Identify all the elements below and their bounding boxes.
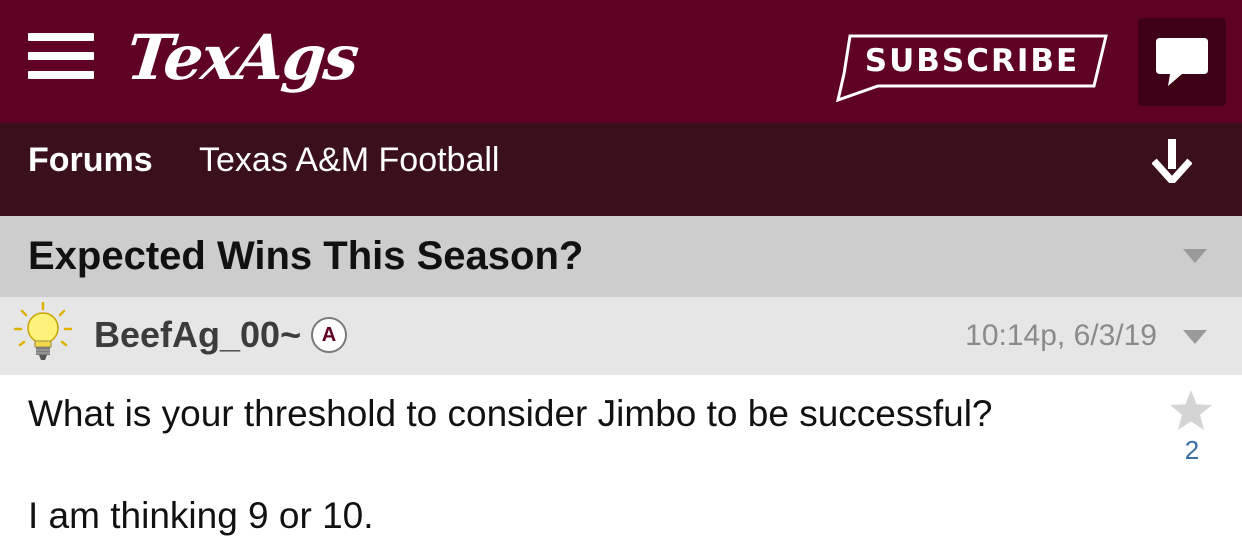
chat-button[interactable] — [1138, 18, 1226, 106]
thread-title-bar: Expected Wins This Season? — [0, 216, 1242, 297]
chevron-down-icon[interactable] — [1183, 249, 1207, 263]
star-icon[interactable] — [1169, 389, 1213, 431]
post-text-line: I am thinking 9 or 10. — [28, 495, 374, 536]
forum-name-link[interactable]: Texas A&M Football — [199, 123, 499, 198]
download-arrow-icon[interactable] — [1152, 139, 1192, 183]
chat-icon — [1156, 38, 1208, 86]
post-body: What is your threshold to consider Jimbo… — [0, 375, 1242, 560]
subscribe-button[interactable]: SUBSCRIBE — [836, 34, 1108, 102]
forum-breadcrumb-bar: Forums Texas A&M Football — [0, 123, 1242, 216]
post-options-chevron-icon[interactable] — [1183, 330, 1207, 344]
lightbulb-icon — [13, 301, 73, 360]
top-header: TexAgs SUBSCRIBE — [0, 0, 1242, 123]
forums-link[interactable]: Forums — [28, 123, 153, 198]
site-logo[interactable]: TexAgs — [123, 21, 360, 94]
post-username[interactable]: BeefAg_00~ — [94, 297, 301, 375]
star-count[interactable]: 2 — [1172, 435, 1212, 466]
thread-title: Expected Wins This Season? — [28, 234, 584, 278]
post-header: BeefAg_00~ A 10:14p, 6/3/19 — [0, 297, 1242, 375]
post-text-line: What is your threshold to consider Jimbo… — [28, 393, 993, 434]
subscribe-label: SUBSCRIBE — [864, 43, 1080, 79]
user-badge: A — [311, 317, 347, 353]
post-timestamp: 10:14p, 6/3/19 — [965, 319, 1157, 352]
menu-icon[interactable] — [28, 33, 94, 79]
